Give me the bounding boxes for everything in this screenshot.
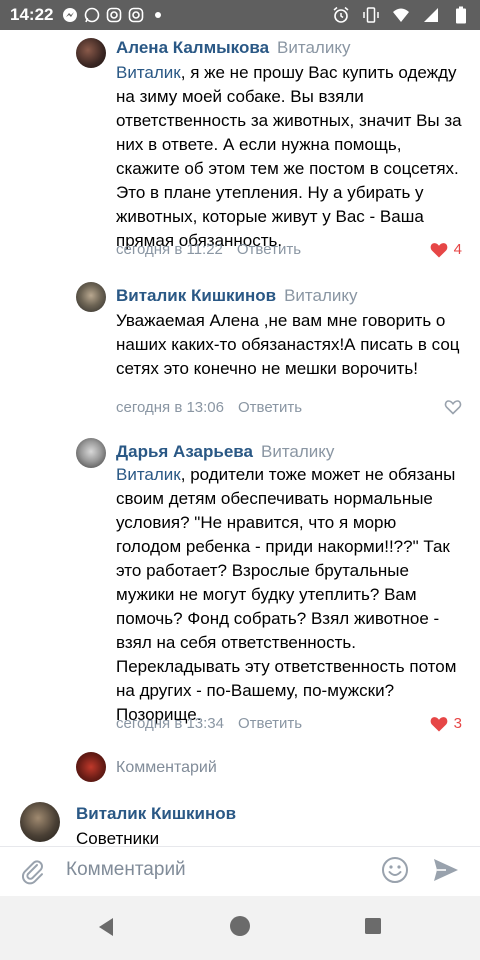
comment-author[interactable]: Алена Калмыкова — [116, 38, 269, 57]
comment-author[interactable]: Дарья Азарьева — [116, 442, 253, 461]
reply-button[interactable]: Ответить — [238, 715, 302, 732]
emoji-icon[interactable] — [380, 855, 410, 890]
write-reply-link[interactable]: Комментарий — [116, 759, 217, 777]
mention-link[interactable]: Виталик — [116, 63, 181, 82]
vibrate-icon — [362, 6, 380, 24]
reply-to-label[interactable]: Виталику — [261, 442, 334, 461]
avatar[interactable] — [76, 438, 106, 468]
reply-to-label[interactable]: Виталику — [277, 38, 350, 57]
battery-icon — [452, 6, 470, 24]
notification-dot-icon — [149, 6, 167, 24]
like-count: 4 — [453, 241, 462, 258]
heart-outline-icon — [444, 399, 462, 415]
comment-meta: сегодня в 11:22 Ответить — [116, 241, 301, 258]
comment-text: Советники — [76, 829, 160, 846]
comment-author[interactable]: Виталик Кишкинов — [116, 286, 276, 305]
current-user-avatar — [76, 752, 106, 782]
alarm-icon — [332, 6, 350, 24]
home-icon[interactable] — [229, 915, 251, 942]
avatar[interactable] — [20, 802, 60, 842]
send-icon[interactable] — [432, 857, 460, 888]
recents-icon[interactable] — [364, 917, 382, 940]
mention-link[interactable]: Виталик — [116, 465, 181, 484]
comment-time: сегодня в 11:22 — [116, 241, 223, 258]
status-bar: 14:22 — [0, 0, 480, 30]
status-time: 14:22 — [10, 5, 54, 24]
whatsapp-icon — [83, 6, 101, 24]
comment-input-bar: Комментарий — [0, 846, 480, 896]
heart-filled-icon — [430, 242, 448, 258]
like-button[interactable]: 3 — [430, 715, 462, 732]
reply-button[interactable]: Ответить — [237, 241, 301, 258]
reply-button[interactable]: Ответить — [238, 399, 302, 416]
comment-text: Виталик, я же не прошу Вас купить одежду… — [116, 63, 462, 250]
comment-text: Уважаемая Алена ,не вам мне говорить о н… — [116, 311, 460, 378]
avatar[interactable] — [76, 282, 106, 312]
reply-to-label[interactable]: Виталику — [284, 286, 357, 305]
comment-author[interactable]: Виталик Кишкинов — [76, 804, 236, 823]
instagram-icon — [105, 6, 123, 24]
wifi-icon — [392, 6, 410, 24]
comment-time: сегодня в 13:34 — [116, 715, 224, 732]
comment-meta: сегодня в 13:34 Ответить — [116, 715, 302, 732]
comment-meta: сегодня в 13:06 Ответить — [116, 399, 302, 416]
avatar[interactable] — [76, 38, 106, 68]
signal-icon — [422, 6, 440, 24]
messenger-icon — [61, 6, 79, 24]
system-nav-bar — [0, 896, 480, 960]
comment-time: сегодня в 13:06 — [116, 399, 224, 416]
instagram-icon — [127, 6, 145, 24]
comment-input[interactable]: Комментарий — [66, 859, 186, 881]
like-button[interactable] — [444, 399, 462, 415]
comment-text: Виталик, родители тоже может не обязаны … — [116, 465, 457, 724]
attach-icon[interactable] — [20, 859, 46, 890]
comments-feed[interactable]: Алена Калмыкова Виталику Виталик, я же не… — [0, 30, 480, 846]
like-button[interactable]: 4 — [430, 241, 462, 258]
heart-filled-icon — [430, 716, 448, 732]
like-count: 3 — [453, 715, 462, 732]
back-icon[interactable] — [96, 916, 116, 943]
